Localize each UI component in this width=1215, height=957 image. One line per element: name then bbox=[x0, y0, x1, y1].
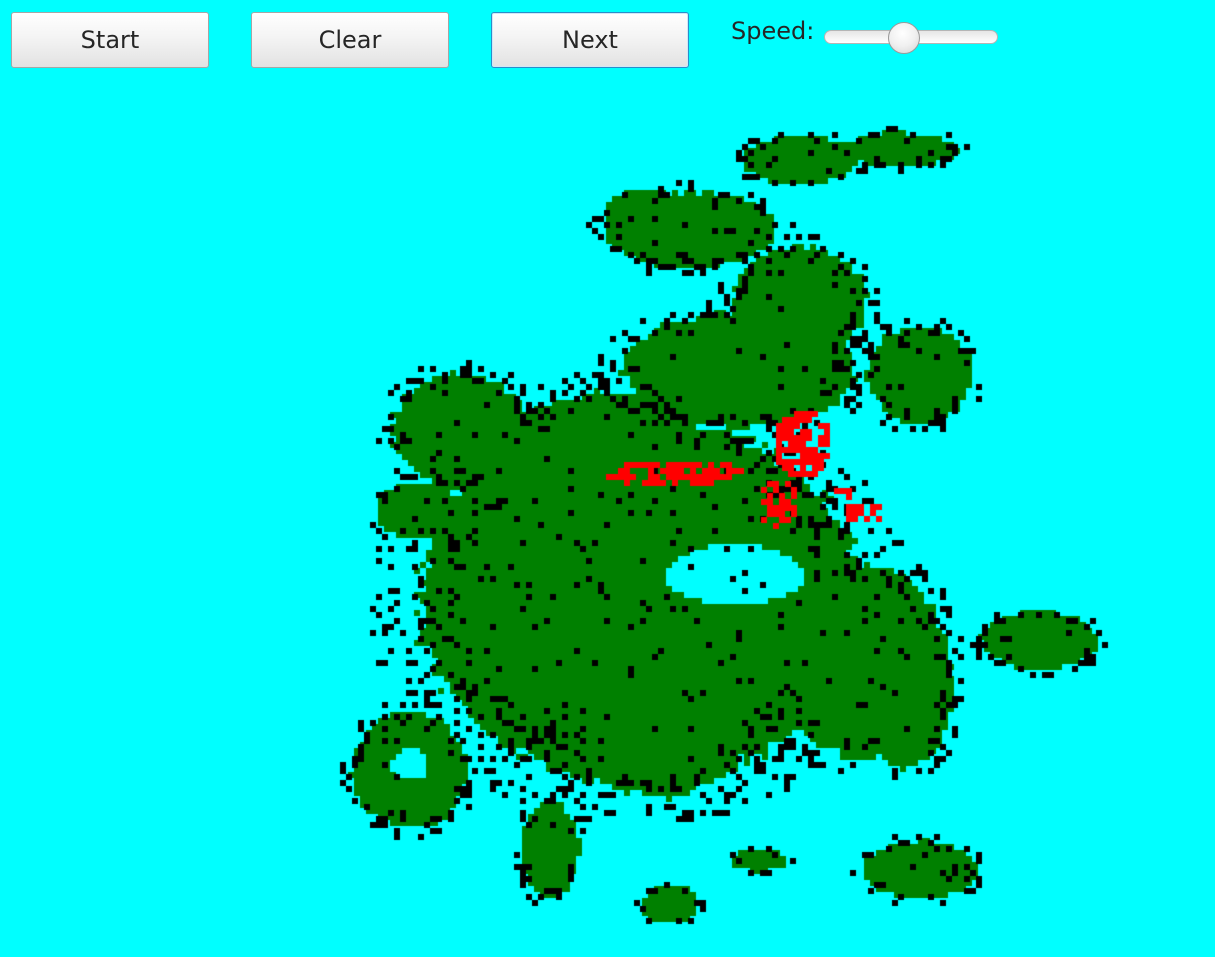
speed-label: Speed: bbox=[731, 17, 815, 45]
next-button[interactable]: Next bbox=[491, 12, 689, 68]
toolbar: Start Clear Next Speed: bbox=[0, 0, 1215, 80]
speed-slider[interactable] bbox=[824, 22, 998, 54]
simulation-board[interactable] bbox=[0, 80, 1215, 957]
speed-slider-thumb[interactable] bbox=[888, 22, 920, 54]
clear-button[interactable]: Clear bbox=[251, 12, 449, 68]
start-button[interactable]: Start bbox=[11, 12, 209, 68]
cell-grid-canvas[interactable] bbox=[0, 80, 1215, 957]
